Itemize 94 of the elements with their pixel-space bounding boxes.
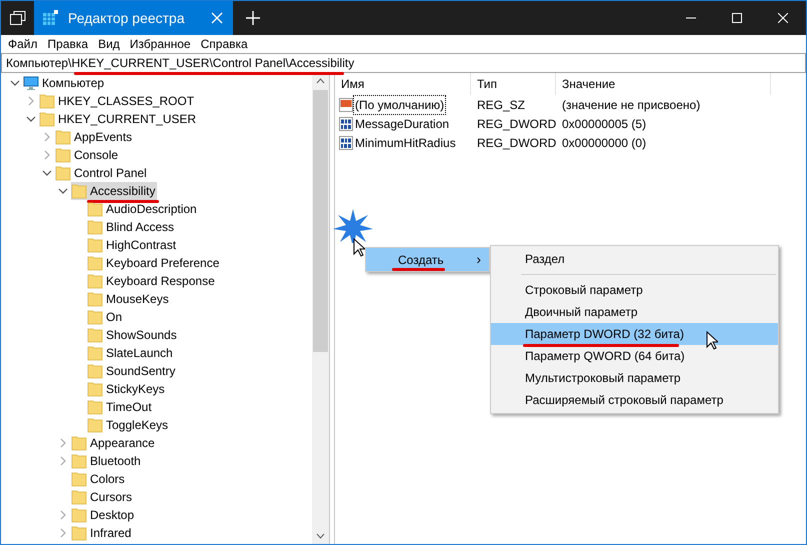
tree-item[interactable]: ShowSounds [87,326,179,344]
folder-icon [55,129,71,145]
chevron-down-icon[interactable] [10,78,20,88]
folder-icon [55,147,71,163]
folder-icon [87,345,103,361]
folder-icon [71,183,87,199]
folder-icon [87,273,103,289]
table-cell[interactable]: (По умолчанию) [354,96,446,114]
folder-icon [87,237,103,253]
window-switch-icon[interactable] [10,11,26,25]
menu-item[interactable]: Файл [3,35,43,53]
tree-item[interactable]: Blind Access [87,218,176,236]
menu-item[interactable]: Избранное [124,35,196,53]
table-cell-text: 0x00000005 (5) [561,116,648,132]
scrollbar[interactable] [312,73,329,544]
highlight-underline [392,268,445,271]
folder-icon [87,309,103,325]
tree-item[interactable]: Desktop [71,506,136,524]
computer-icon [23,75,39,91]
folder-icon [87,219,103,235]
column-header[interactable]: Тип [471,72,556,94]
folder-icon [87,255,103,271]
binary-value-icon [339,116,353,130]
tree-item[interactable]: Keyboard Preference [87,254,222,272]
menu-item[interactable]: Создать › [366,248,489,271]
folder-icon [87,327,103,343]
tree-item[interactable]: Cursors [71,488,134,506]
tree-item[interactable]: Colors [71,470,127,488]
folder-icon [39,93,55,109]
tree-item[interactable]: Accessibility [71,182,158,200]
tree-item[interactable]: ToggleKeys [87,416,170,434]
menu-item[interactable]: Параметр QWORD (64 бита) [491,345,778,367]
column-header[interactable]: Имя [335,72,471,94]
mouse-cursor-icon [353,238,365,257]
folder-icon [87,291,103,307]
table-cell-text: REG_DWORD [476,134,556,152]
tree-item[interactable]: Appearance [71,434,157,452]
folder-icon [87,363,103,379]
folder-icon [39,111,55,127]
menu-item[interactable]: Правка [42,35,94,53]
tree-item[interactable]: StickyKeys [87,380,167,398]
column-header[interactable]: Значение [556,72,771,94]
table-cell-text: (значение не присвоено) [561,96,702,114]
click-burst-icon [333,209,373,243]
tree-item[interactable]: On [87,308,124,326]
maximize-icon[interactable] [732,13,742,23]
folder-icon [71,471,87,487]
tree-item[interactable]: Control Panel [55,164,149,182]
menu-item[interactable]: Строковый параметр [491,279,778,301]
tree-item[interactable]: AudioDescription [87,200,199,218]
tree-item[interactable]: TimeOut [87,398,154,416]
tree-item[interactable]: HKEY_CLASSES_ROOT [39,92,196,110]
menu-item[interactable]: Вид [93,35,125,53]
tree-item[interactable]: Компьютер [23,74,106,92]
table-cell-text: 0x00000000 (0) [561,134,648,152]
menu-item[interactable]: Параметр DWORD (32 бита) [491,323,778,345]
close-icon[interactable] [778,13,788,23]
folder-icon [71,525,87,541]
table-cell-text: REG_SZ [476,96,526,114]
menu-item[interactable]: Справка [196,35,253,53]
scroll-thumb[interactable] [313,90,328,352]
tree-item[interactable]: AppEvents [55,128,134,146]
plus-icon[interactable] [246,11,260,25]
tree-item[interactable]: HighContrast [87,236,178,254]
folder-icon [71,507,87,523]
mouse-cursor-icon [706,331,718,350]
table-cell[interactable]: MinimumHitRadius [354,134,457,152]
window-tab[interactable]: Редактор реестра [34,1,233,35]
folder-icon [71,453,87,469]
folder-icon [55,165,71,181]
menu-item[interactable]: Мультистроковый параметр [491,367,778,389]
registry-grid-icon [42,10,58,26]
menu-item[interactable]: Раздел [491,248,778,270]
tree-item[interactable]: HKEY_CURRENT_USER [39,110,198,128]
string-value-icon [339,98,353,112]
table-cell[interactable]: MessageDuration [354,114,450,132]
tree-item[interactable]: Bluetooth [71,452,143,470]
folder-icon [87,417,103,433]
folder-icon [87,399,103,415]
menu-item[interactable]: Расширяемый строковый параметр [491,389,778,411]
folder-icon [71,435,87,451]
address-field[interactable]: Компьютер\HKEY_CURRENT_USER\Control Panel\Accessibility [1,53,806,73]
chevron-down-icon[interactable] [26,114,36,124]
folder-icon [87,381,103,397]
tree-item[interactable]: SoundSentry [87,362,178,380]
menu-item[interactable]: Двоичный параметр [491,301,778,323]
tree-item[interactable]: Infrared [71,524,134,542]
table-cell-text: REG_DWORD [476,116,556,132]
folder-icon [71,489,87,505]
tree-item[interactable]: SlateLaunch [87,344,175,362]
tree-item[interactable]: Keyboard Response [87,272,217,290]
binary-value-icon [339,136,353,150]
tree-item[interactable]: MouseKeys [87,290,171,308]
tree-item[interactable]: Console [55,146,120,164]
